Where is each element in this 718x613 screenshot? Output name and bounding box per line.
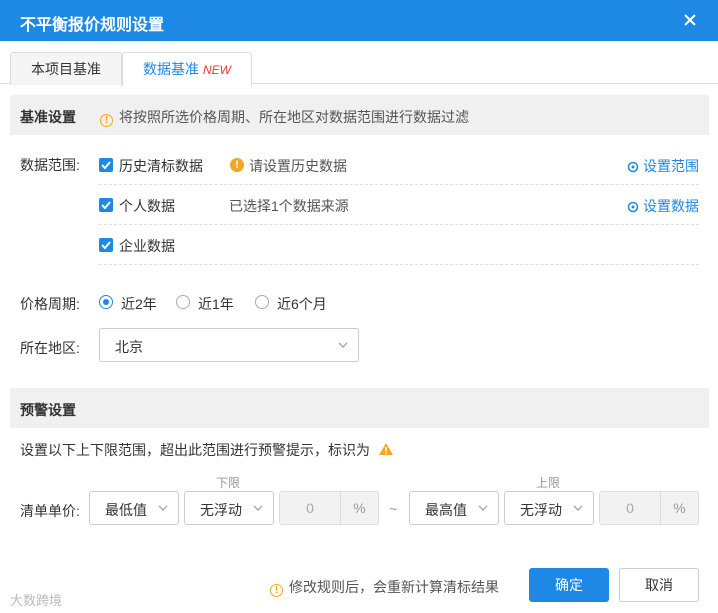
chevron-down-icon: [573, 505, 583, 511]
upper-base-select[interactable]: 最高值: [409, 491, 499, 525]
new-badge: NEW: [203, 63, 231, 77]
lower-base-select[interactable]: 最低值: [89, 491, 179, 525]
data-range-label: 数据范围:: [20, 157, 80, 173]
region-select[interactable]: 北京: [99, 328, 359, 362]
base-settings-header: 基准设置 ! 将按照所选价格周期、所在地区对数据范围进行数据过滤: [10, 95, 709, 135]
warning-settings-header: 预警设置: [10, 388, 709, 428]
data-source-row: 个人数据 已选择1个数据来源 设置数据: [99, 185, 699, 225]
gear-icon: [627, 201, 639, 213]
data-source-row: 企业数据: [99, 225, 699, 265]
dialog-header: 不平衡报价规则设置: [0, 0, 718, 41]
region-label: 所在地区:: [20, 340, 80, 356]
info-icon: !: [100, 114, 113, 127]
set-range-link[interactable]: 设置范围: [627, 156, 699, 176]
data-source-name: 历史清标数据: [119, 158, 203, 174]
price-period-label: 价格周期:: [20, 296, 80, 312]
lower-limit-label: 下限: [216, 476, 241, 490]
tab-label: 数据基准: [143, 61, 199, 77]
checkbox-enterprise-data[interactable]: [99, 238, 113, 252]
lower-float-select[interactable]: 无浮动: [184, 491, 274, 525]
range-separator: ~: [389, 501, 398, 517]
data-source-name: 企业数据: [119, 238, 175, 254]
chevron-down-icon: [338, 342, 348, 348]
section-title: 基准设置: [20, 109, 76, 125]
upper-value-input[interactable]: 0 %: [599, 491, 699, 525]
upper-float-select[interactable]: 无浮动: [504, 491, 594, 525]
checkbox-personal-data[interactable]: [99, 198, 113, 212]
set-data-link[interactable]: 设置数据: [627, 196, 699, 216]
tab-data-baseline[interactable]: 数据基准 NEW: [122, 52, 252, 86]
data-source-name: 个人数据: [119, 198, 175, 214]
upper-limit-label: 上限: [536, 476, 561, 490]
chevron-down-icon: [158, 505, 168, 511]
chevron-down-icon: [478, 505, 488, 511]
close-icon[interactable]: [680, 10, 700, 30]
data-source-row: 历史清标数据 ! 请设置历史数据 设置范围: [99, 145, 699, 185]
warning-icon: !: [230, 158, 244, 172]
watermark: 大数跨境: [10, 593, 63, 608]
dialog-title: 不平衡报价规则设置: [20, 17, 165, 34]
info-icon: !: [270, 584, 283, 597]
section-hint: ! 将按照所选价格周期、所在地区对数据范围进行数据过滤: [100, 107, 469, 127]
checkbox-history-data[interactable]: [99, 158, 113, 172]
tab-bar: 本项目基准 数据基准 NEW: [0, 41, 718, 86]
lower-value-input[interactable]: 0 %: [279, 491, 379, 525]
confirm-button[interactable]: 确定: [529, 568, 609, 602]
tab-label: 本项目基准: [31, 61, 101, 77]
section-title: 预警设置: [20, 402, 76, 418]
gear-icon: [627, 161, 639, 173]
warning-description: 设置以下上下限范围，超出此范围进行预警提示，标识为: [20, 440, 394, 460]
cancel-button[interactable]: 取消: [619, 568, 699, 602]
data-source-info: 已选择1个数据来源: [229, 198, 349, 214]
chevron-down-icon: [253, 505, 263, 511]
tab-project-baseline[interactable]: 本项目基准: [10, 52, 122, 85]
footer-hint: ! 修改规则后，会重新计算清标结果: [270, 577, 499, 597]
warning-triangle-icon: [378, 443, 393, 455]
unit-price-label: 清单单价:: [20, 503, 80, 519]
data-source-info: 请设置历史数据: [249, 158, 347, 174]
